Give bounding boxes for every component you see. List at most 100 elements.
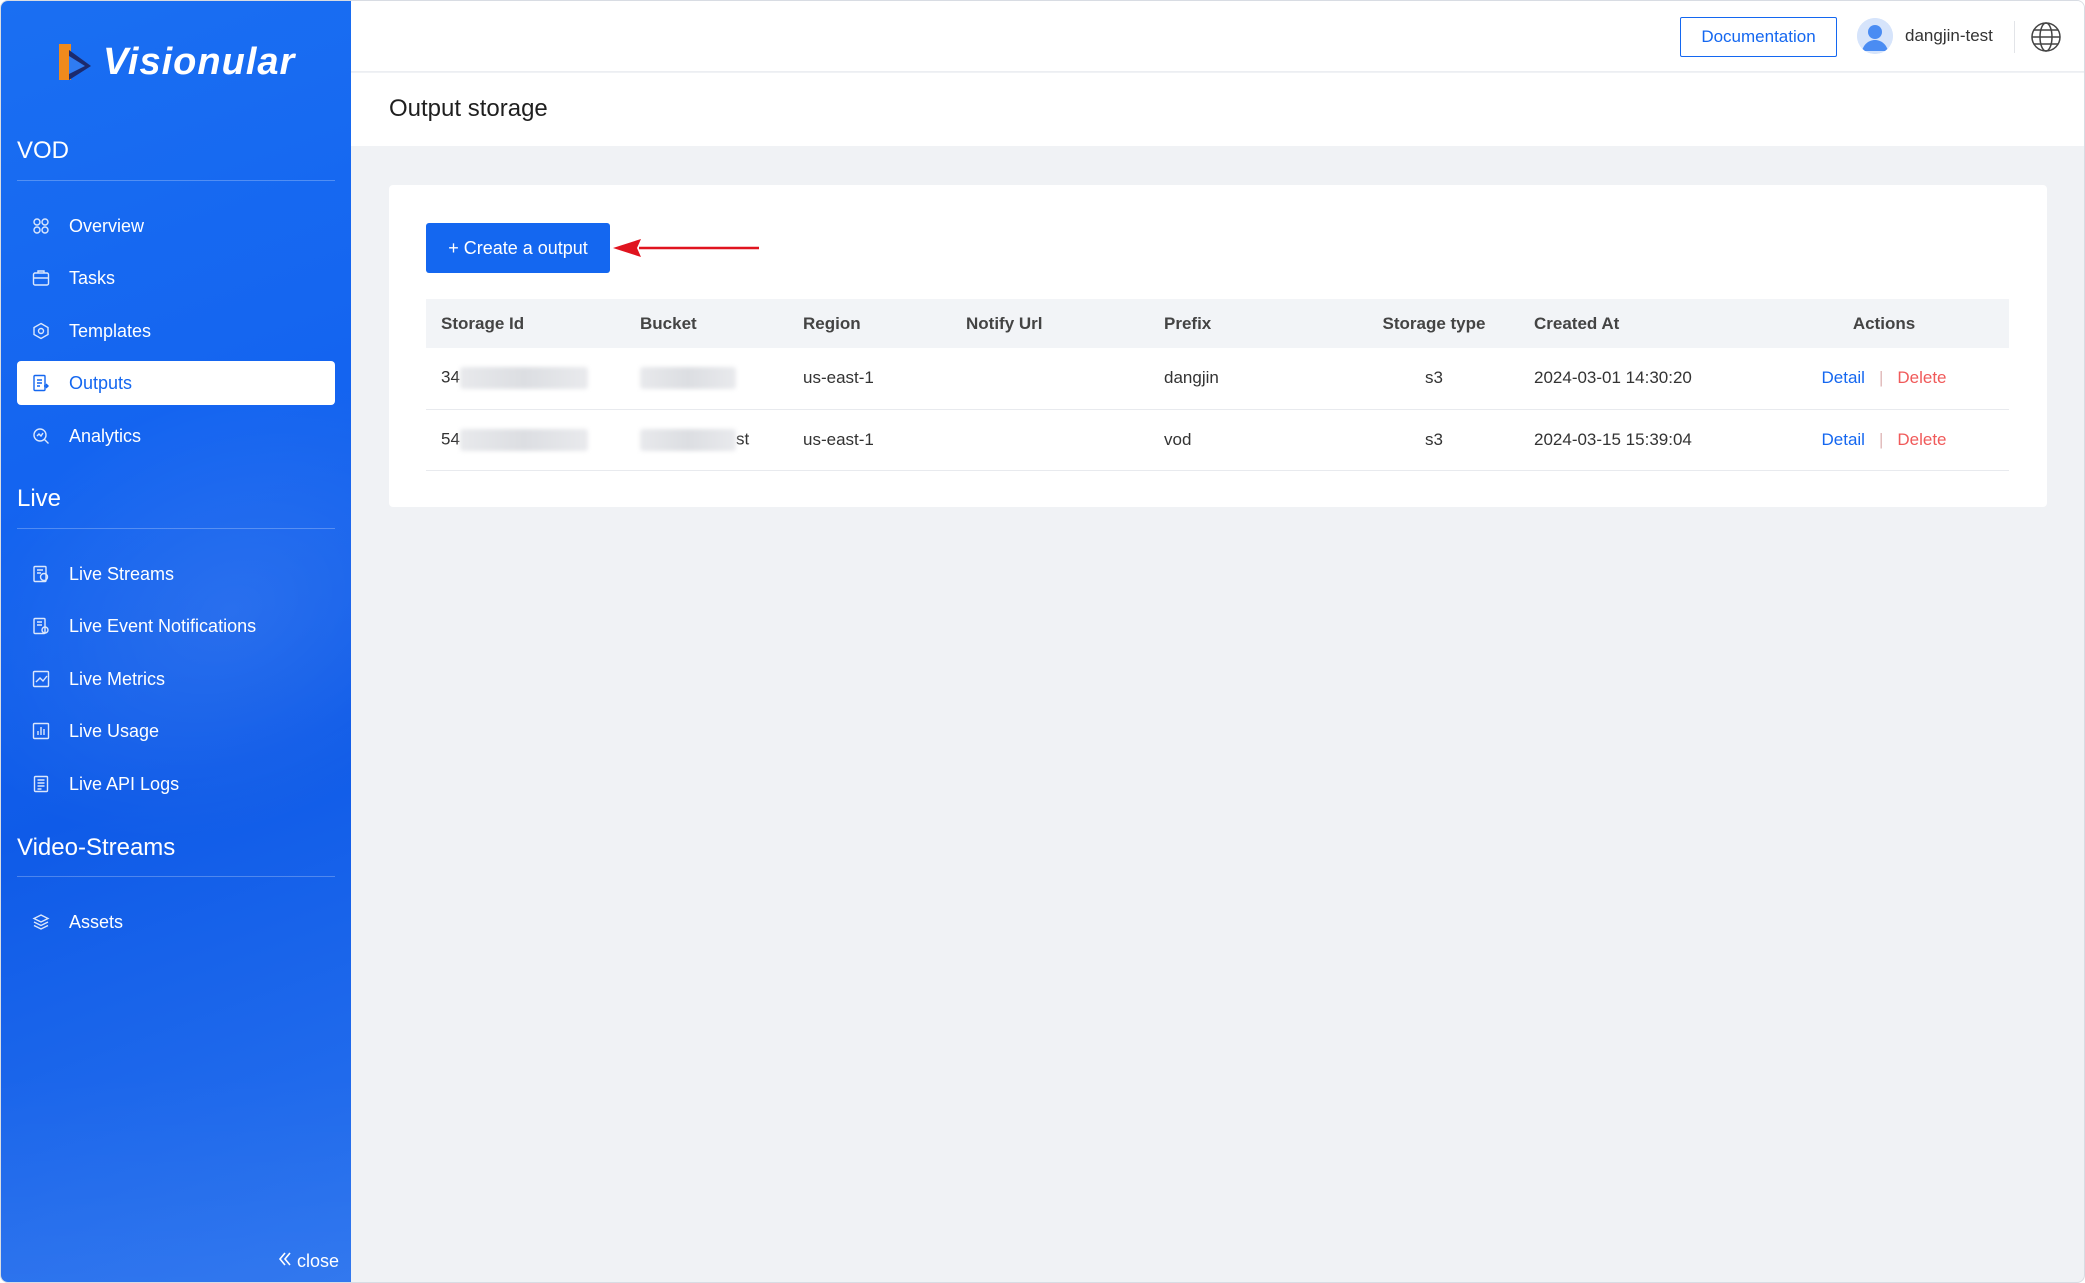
sidebar-item-assets[interactable]: Assets [17, 900, 335, 944]
top-bar: Documentation dangjin-test [351, 1, 2084, 72]
sidebar-item-tasks[interactable]: Tasks [17, 256, 335, 300]
cell-storage-id: 34 [426, 348, 625, 410]
cell-created-at: 2024-03-15 15:39:04 [1519, 409, 1759, 471]
sidebar-item-live-streams[interactable]: Live Streams [17, 552, 335, 596]
detail-link[interactable]: Detail [1821, 368, 1864, 387]
sidebar-item-overview[interactable]: Overview [17, 204, 335, 248]
sidebar-item-label: Templates [69, 320, 152, 341]
cell-notify-url [951, 409, 1149, 471]
redacted-text [459, 428, 588, 451]
page-header: Output storage [351, 73, 2084, 146]
column-header-storage-id: Storage Id [426, 299, 625, 348]
bucket-text: st [736, 428, 750, 448]
table-row: 54 st us-east-1 vod s3 2024-03-15 15:39:… [426, 409, 2009, 471]
sidebar-item-label: Live Metrics [69, 668, 166, 689]
avatar [1857, 18, 1893, 54]
cell-storage-type: s3 [1349, 409, 1519, 471]
redacted-text [459, 367, 588, 390]
cell-storage-type: s3 [1349, 348, 1519, 410]
cell-prefix: vod [1149, 409, 1349, 471]
usage-icon [31, 721, 51, 741]
language-globe-icon[interactable] [2029, 20, 2063, 54]
cell-actions: Detail | Delete [1759, 348, 2009, 410]
cell-created-at: 2024-03-01 14:30:20 [1519, 348, 1759, 410]
detail-link[interactable]: Detail [1821, 430, 1864, 449]
sidebar: Visionular VOD Overview Tasks Templates [1, 1, 351, 1282]
section-title-video-streams: Video-Streams [17, 834, 176, 861]
overview-icon [31, 216, 51, 236]
storage-id-text: 34 [441, 367, 460, 387]
cell-prefix: dangjin [1149, 348, 1349, 410]
redacted-text [640, 367, 736, 390]
sidebar-item-label: Live Event Notifications [69, 615, 257, 636]
cell-bucket: st [625, 409, 788, 471]
cell-region: us-east-1 [788, 409, 951, 471]
section-title-live: Live [17, 485, 62, 512]
column-header-region: Region [788, 299, 951, 348]
section-title-vod: VOD [17, 137, 70, 164]
action-separator: | [1878, 368, 1884, 388]
sidebar-item-outputs[interactable]: Outputs [17, 361, 335, 405]
documentation-button[interactable]: Documentation [1680, 17, 1837, 57]
cell-actions: Detail | Delete [1759, 409, 2009, 471]
username: dangjin-test [1905, 26, 1993, 45]
sidebar-item-label: Live API Logs [69, 773, 180, 794]
sidebar-item-label: Live Usage [69, 720, 160, 741]
double-chevron-left-icon [277, 1251, 293, 1272]
sidebar-item-label: Outputs [69, 372, 133, 393]
brand-logo[interactable]: Visionular [57, 39, 295, 85]
collapse-sidebar-button[interactable]: close [277, 1251, 339, 1272]
header-divider [2014, 21, 2015, 53]
brand-name: Visionular [103, 40, 296, 83]
outputs-icon [31, 373, 51, 393]
page-title: Output storage [389, 95, 548, 122]
cell-storage-id: 54 [426, 409, 625, 471]
cell-notify-url [951, 348, 1149, 410]
storage-id-text: 54 [441, 428, 460, 448]
cell-region: us-east-1 [788, 348, 951, 410]
action-separator: | [1878, 429, 1884, 449]
app-window: Visionular VOD Overview Tasks Templates [0, 0, 2085, 1283]
sidebar-item-live-usage[interactable]: Live Usage [17, 709, 335, 753]
sidebar-item-analytics[interactable]: Analytics [17, 414, 335, 458]
sidebar-item-label: Tasks [69, 267, 116, 288]
annotation-arrow [613, 239, 759, 257]
tasks-icon [31, 268, 51, 288]
column-header-actions: Actions [1759, 299, 2009, 348]
api-logs-icon [31, 774, 51, 794]
live-streams-icon [31, 564, 51, 584]
section-divider [17, 528, 335, 529]
metrics-icon [31, 669, 51, 689]
logo-mark-icon [59, 44, 91, 80]
sidebar-item-live-metrics[interactable]: Live Metrics [17, 657, 335, 701]
column-header-bucket: Bucket [625, 299, 788, 348]
user-menu[interactable]: dangjin-test [1857, 18, 1993, 54]
table-header-row: Storage Id Bucket Region Notify Url Pref… [426, 299, 2009, 348]
create-output-button[interactable]: + Create a output [426, 223, 610, 273]
assets-icon [31, 912, 51, 932]
templates-icon [31, 321, 51, 341]
sidebar-item-templates[interactable]: Templates [17, 309, 335, 353]
section-divider [17, 180, 335, 181]
section-divider [17, 876, 335, 877]
redacted-text [640, 428, 736, 451]
notifications-icon [31, 616, 51, 636]
outputs-card: + Create a output Storage Id Bucket Regi… [389, 185, 2047, 507]
sidebar-item-label: Analytics [69, 425, 142, 446]
analytics-icon [31, 426, 51, 446]
sidebar-item-label: Overview [69, 215, 145, 236]
outputs-table: Storage Id Bucket Region Notify Url Pref… [426, 299, 2009, 471]
delete-link[interactable]: Delete [1897, 368, 1946, 387]
column-header-storage-type: Storage type [1349, 299, 1519, 348]
sidebar-item-label: Live Streams [69, 563, 175, 584]
column-header-created-at: Created At [1519, 299, 1759, 348]
sidebar-item-live-event-notifications[interactable]: Live Event Notifications [17, 604, 335, 648]
column-header-prefix: Prefix [1149, 299, 1349, 348]
column-header-notify-url: Notify Url [951, 299, 1149, 348]
delete-link[interactable]: Delete [1897, 430, 1946, 449]
sidebar-item-live-api-logs[interactable]: Live API Logs [17, 762, 335, 806]
collapse-label: close [297, 1251, 340, 1271]
table-row: 34 us-east-1 dangjin s3 2024-03-01 14:30… [426, 348, 2009, 410]
sidebar-item-label: Assets [69, 911, 124, 932]
cell-bucket [625, 348, 788, 410]
